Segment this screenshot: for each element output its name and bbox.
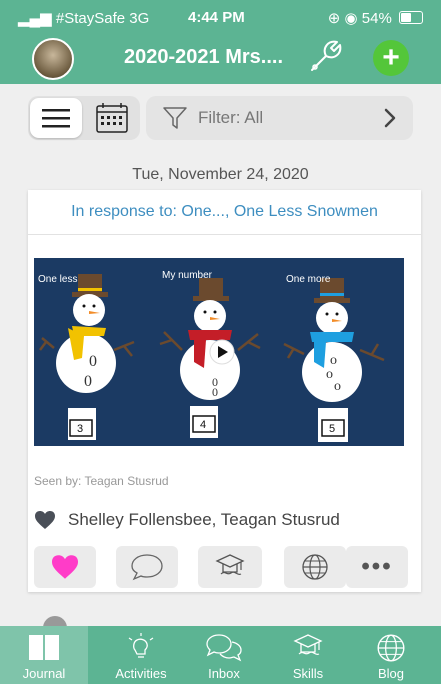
- globe-icon: [377, 634, 405, 662]
- lock-rotation-icon: ◉: [344, 10, 358, 27]
- more-button[interactable]: •••: [346, 546, 408, 588]
- date-header: Tue, November 24, 2020: [132, 166, 309, 183]
- like-button[interactable]: [34, 546, 96, 588]
- more-dots-icon: •••: [361, 553, 393, 580]
- speech-bubble-icon: [131, 554, 163, 581]
- clock: 4:44 PM: [188, 9, 245, 26]
- funnel-icon: [163, 107, 187, 129]
- tab-label-inbox: Inbox: [208, 666, 240, 681]
- battery-status: ⊕ ◉ 54%: [328, 9, 423, 27]
- likes-row: Shelley Follensbee, Teagan Stusrud: [34, 510, 340, 530]
- post-video[interactable]: 0 0 0 0 o o o One less My number One mor…: [34, 258, 404, 446]
- list-view-button[interactable]: [30, 98, 82, 138]
- book-icon: [29, 635, 59, 660]
- seen-by: Seen by: Teagan Stusrud: [34, 474, 169, 488]
- carrier-label: ▂▄▆ #StaySafe 3G: [18, 10, 150, 27]
- calendar-icon: [96, 103, 128, 133]
- lightbulb-icon: [128, 633, 154, 658]
- add-button[interactable]: +: [373, 40, 409, 76]
- view-toggle: [28, 96, 140, 140]
- svg-text:o: o: [334, 379, 341, 394]
- tab-label-activities: Activities: [115, 666, 167, 681]
- number-box-3: 3: [77, 423, 83, 435]
- tab-inbox[interactable]: Inbox: [180, 626, 268, 684]
- graduation-cap-icon: [215, 554, 245, 576]
- battery-icon: [399, 11, 423, 24]
- number-box-5: 5: [329, 423, 335, 435]
- tab-activities[interactable]: Activities: [97, 626, 185, 684]
- wrench-icon[interactable]: [306, 36, 346, 76]
- comment-button[interactable]: [116, 546, 178, 588]
- tab-label-blog: Blog: [377, 666, 405, 681]
- share-globe-button[interactable]: [284, 546, 346, 588]
- bottom-tab-bar: Journal Activities Inbox Skills Blog: [0, 626, 441, 684]
- graduation-cap-icon: [293, 634, 323, 656]
- response-link[interactable]: In response to: One..., One Less Snowmen: [28, 190, 421, 235]
- svg-text:o: o: [326, 367, 333, 382]
- media-label-one-less: One less: [38, 274, 77, 285]
- tab-skills[interactable]: Skills: [264, 626, 352, 684]
- svg-text:0: 0: [212, 385, 218, 399]
- class-title[interactable]: 2020-2021 Mrs....: [124, 46, 283, 69]
- number-box-4: 4: [200, 419, 206, 431]
- tab-journal[interactable]: Journal: [0, 626, 88, 684]
- calendar-view-button[interactable]: [86, 98, 138, 138]
- media-label-my-number: My number: [162, 270, 213, 281]
- skills-button[interactable]: [198, 546, 262, 588]
- likes-names: Shelley Follensbee, Teagan Stusrud: [68, 510, 340, 529]
- tab-label-journal: Journal: [22, 666, 66, 681]
- class-avatar[interactable]: [32, 38, 74, 80]
- heart-icon: [35, 511, 55, 529]
- post-actions: •••: [34, 546, 408, 588]
- journal-post-card: In response to: One..., One Less Snowmen…: [28, 190, 421, 592]
- signal-icon: ▂▄▆: [18, 10, 52, 27]
- svg-text:0: 0: [84, 373, 92, 390]
- status-bar: ▂▄▆ #StaySafe 3G 4:44 PM ⊕ ◉ 54%: [0, 6, 441, 30]
- tab-label-skills: Skills: [292, 666, 324, 681]
- chat-bubbles-icon: [206, 634, 242, 662]
- media-label-one-more: One more: [286, 274, 331, 285]
- next-post-avatar: [43, 616, 67, 626]
- location-icon: ⊕: [327, 10, 341, 27]
- globe-icon: [302, 554, 328, 580]
- heart-filled-icon: [52, 555, 78, 579]
- svg-text:0: 0: [89, 353, 97, 370]
- tab-blog[interactable]: Blog: [347, 626, 435, 684]
- plus-icon: +: [382, 41, 400, 74]
- chevron-right-icon: [384, 108, 396, 128]
- app-header: ▂▄▆ #StaySafe 3G 4:44 PM ⊕ ◉ 54% 2020-20…: [0, 0, 441, 84]
- filter-label: Filter: All: [198, 108, 264, 127]
- svg-text:o: o: [330, 353, 337, 368]
- filter-button[interactable]: Filter: All: [146, 96, 413, 140]
- list-icon: [42, 109, 70, 128]
